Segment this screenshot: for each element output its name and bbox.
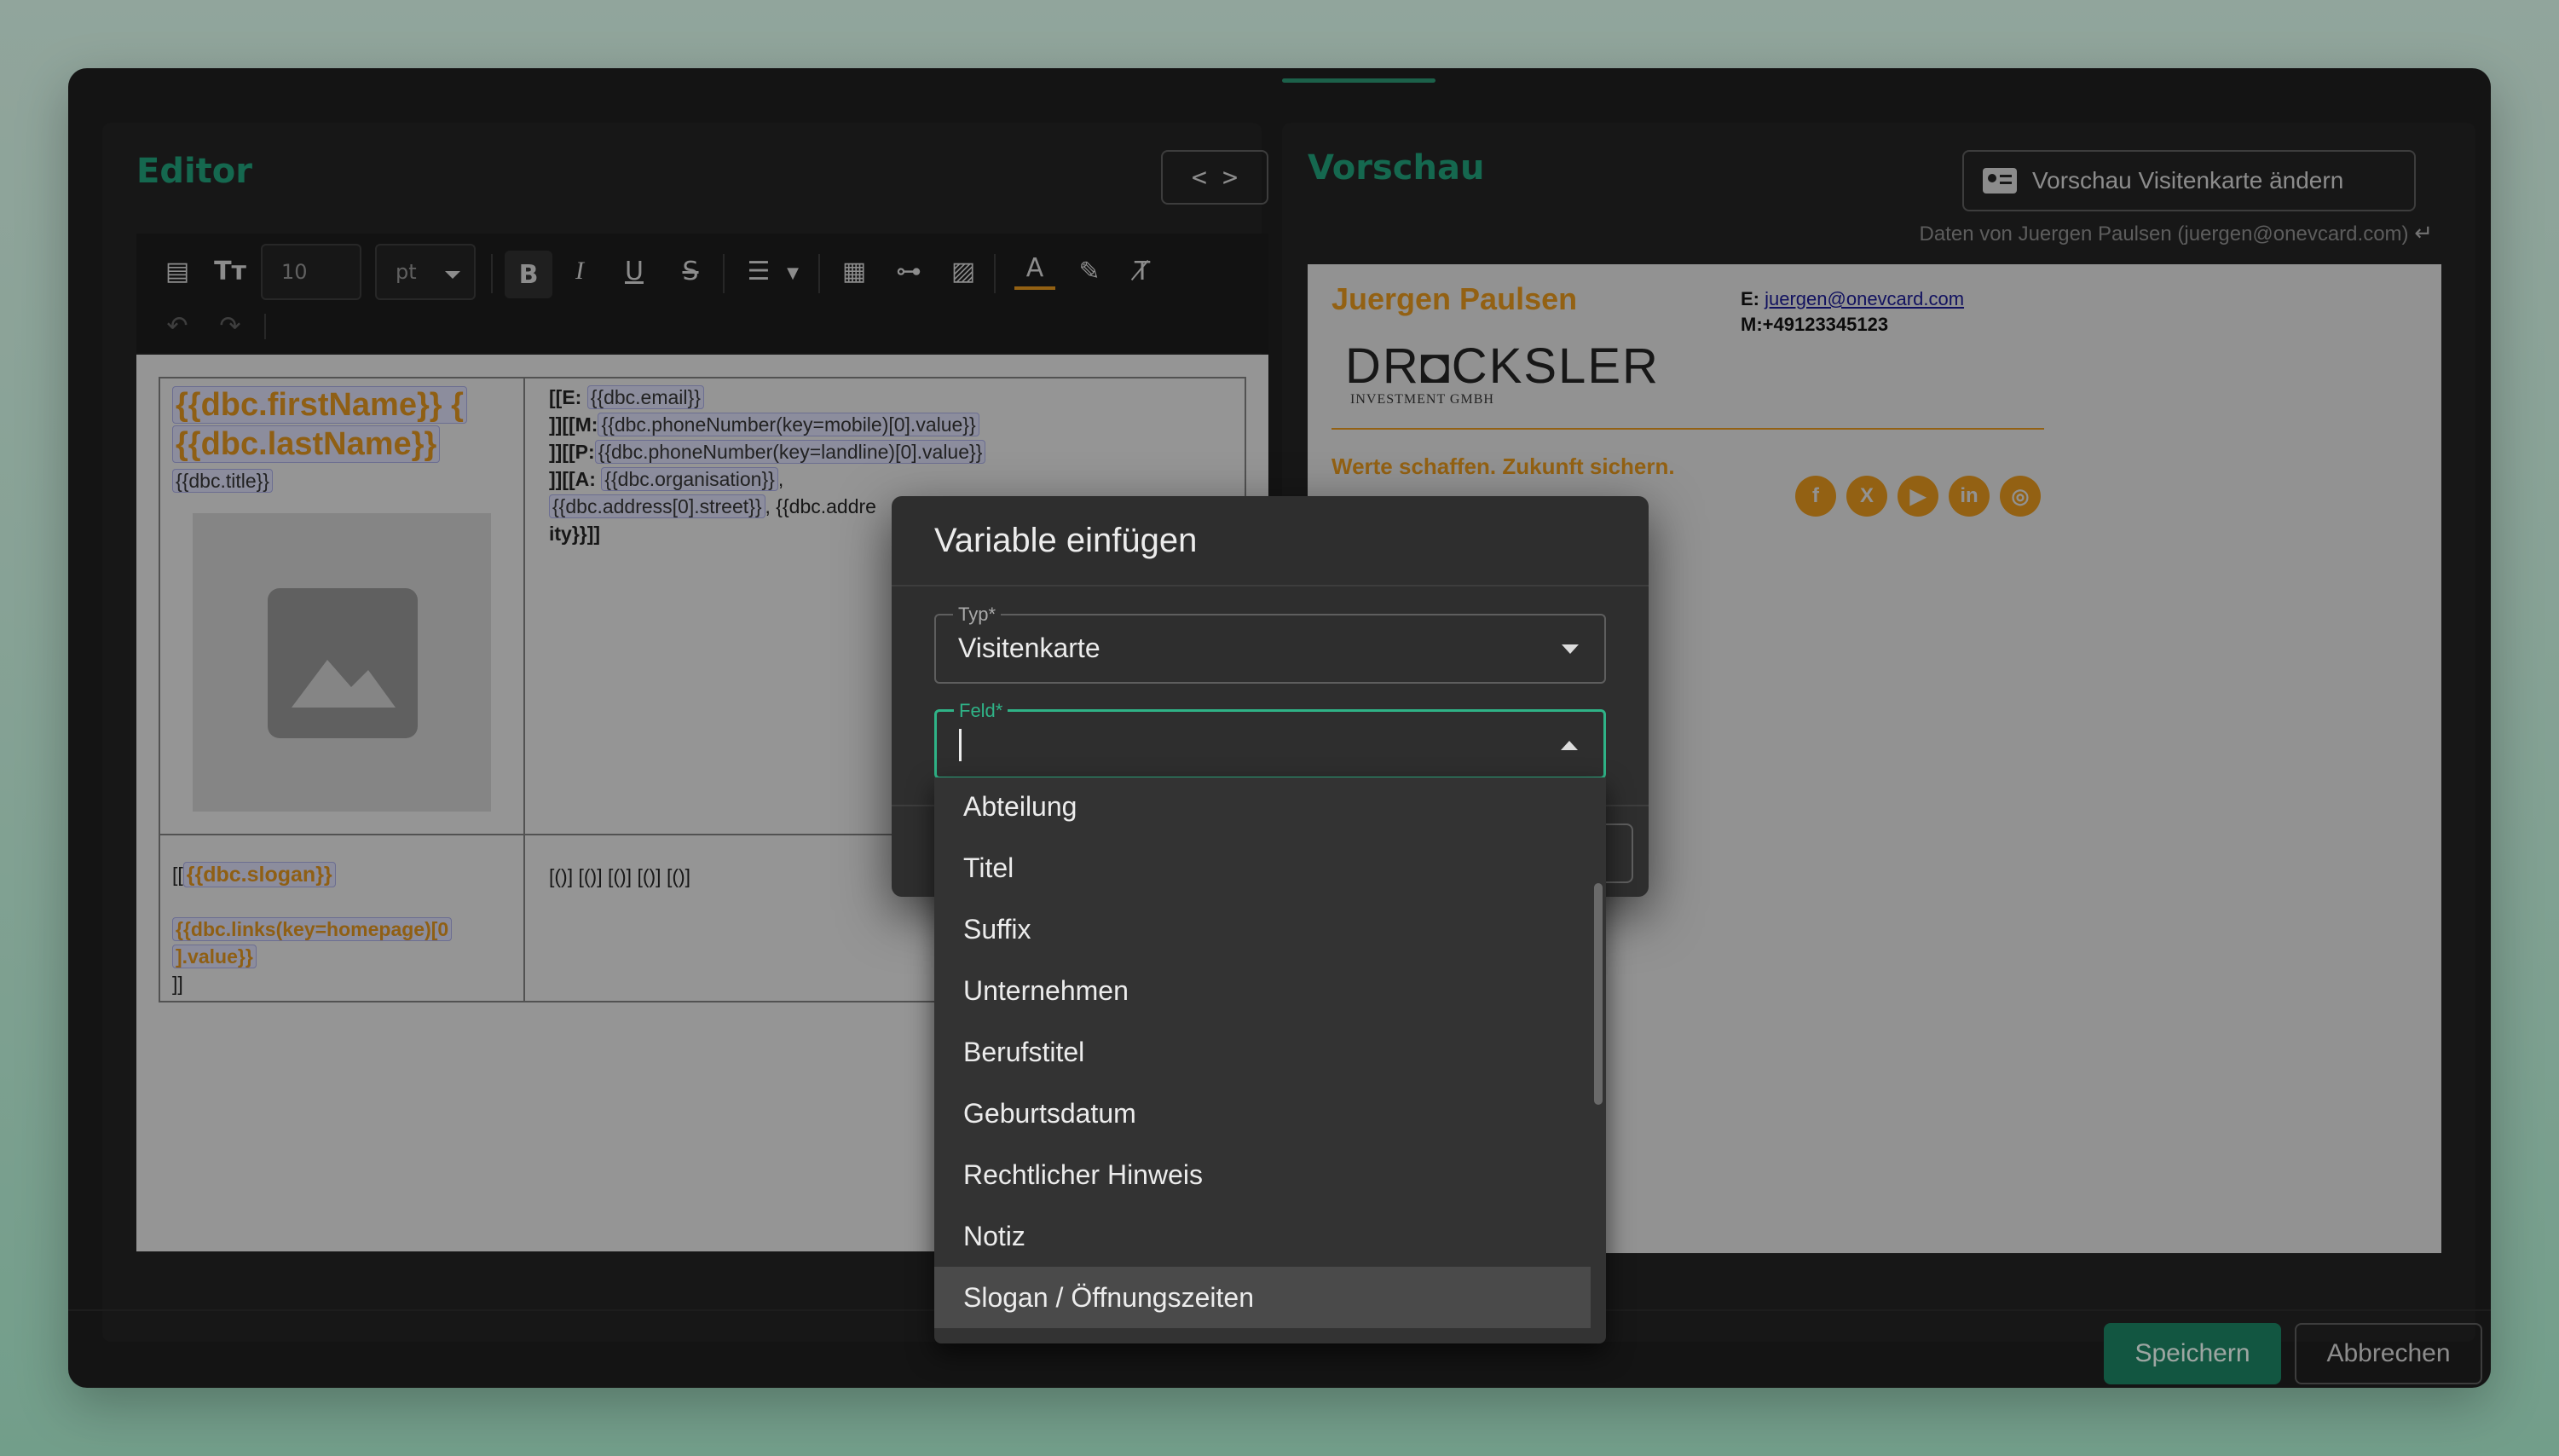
dialog-divider [892,585,1649,586]
chevron-down-icon [1562,644,1579,654]
field-option[interactable]: Titel [934,837,1591,898]
type-select[interactable]: Typ* Visitenkarte [934,604,1606,684]
field-option[interactable]: Rechtlicher Hinweis [934,1144,1591,1205]
chevron-up-icon[interactable] [1561,741,1578,750]
listbox-scrollbar[interactable] [1594,883,1603,1105]
field-option[interactable]: Slogan / Öffnungszeiten [934,1267,1591,1328]
field-option[interactable]: Berufstitel [934,1021,1591,1083]
field-option[interactable]: Notiz [934,1205,1591,1267]
field-option[interactable]: Unternehmen [934,960,1591,1021]
text-caret [959,729,962,761]
dialog-title: Variable einfügen [934,522,1198,559]
field-autocomplete-input[interactable]: Feld* [934,700,1606,779]
field-label: Feld* [954,700,1008,722]
field-options-listbox[interactable]: Abteilung Titel Suffix Unternehmen Berufstit… [934,777,1606,1343]
field-option[interactable]: Geburtsdatum [934,1083,1591,1144]
type-label: Typ* [953,604,1002,626]
field-option[interactable]: Abteilung [934,777,1591,837]
type-value: Visitenkarte [958,633,1100,663]
field-option[interactable]: Suffix [934,898,1591,960]
